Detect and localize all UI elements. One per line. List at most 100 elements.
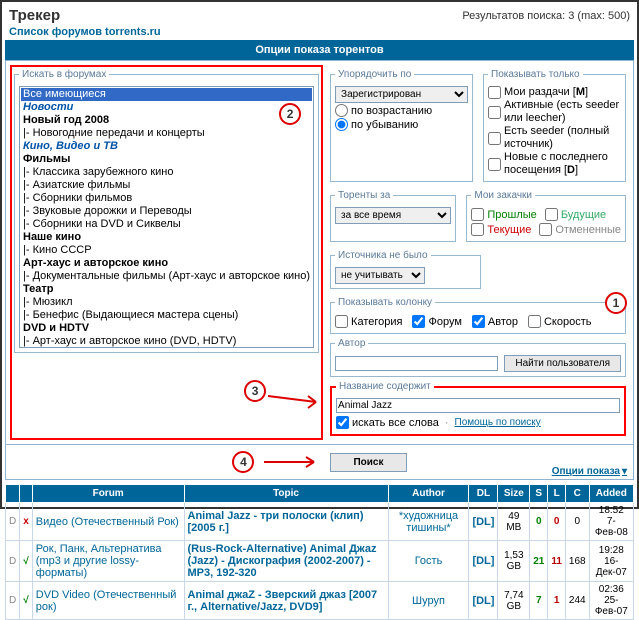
size-cell: 1,53 GB xyxy=(498,541,530,582)
dl-link[interactable]: [DL] xyxy=(472,555,494,567)
forum-item[interactable]: Новости xyxy=(21,101,312,114)
crumb-site[interactable]: torrents.ru xyxy=(105,26,161,38)
dl-cur-cb[interactable] xyxy=(471,223,484,236)
dl-legend: Мои закачки xyxy=(471,190,535,201)
author-legend: Автор xyxy=(335,338,368,349)
forums-legend: Искать в форумах xyxy=(19,69,109,80)
leechers-cell: 1 xyxy=(548,582,566,620)
search-help-link[interactable]: Помощь по поиску xyxy=(455,417,541,428)
author-input[interactable] xyxy=(335,356,498,371)
forum-item[interactable]: |- Звуковые дорожки и Переводы xyxy=(21,205,312,218)
find-user-button[interactable]: Найти пользователя xyxy=(504,355,621,372)
author-link[interactable]: Гость xyxy=(415,555,443,567)
dl-past-cb[interactable] xyxy=(471,208,484,221)
forums-listbox[interactable]: Все имеющиесяНовостиНовый год 2008|- Нов… xyxy=(19,86,314,348)
forum-item[interactable]: |- Бенефис (Выдающиеся мастера сцены) xyxy=(21,309,312,322)
show-active-cb[interactable] xyxy=(488,106,501,119)
forum-item[interactable]: |- Кино СССР xyxy=(21,244,312,257)
cols-legend: Показывать колонку xyxy=(335,297,435,308)
forum-item[interactable]: |- Сборники на DVD и Сиквелы xyxy=(21,218,312,231)
annotation-2: 2 xyxy=(279,103,301,125)
breadcrumb: Список форумов torrents.ru xyxy=(5,26,634,40)
author-link[interactable]: *художница тишины* xyxy=(399,510,458,534)
forum-link[interactable]: DVD Video (Отечественный рок) xyxy=(36,589,177,613)
topic-link[interactable]: Animal Jazz - три полоски (клип) [2005 г… xyxy=(188,510,364,534)
dl-canc-cb[interactable] xyxy=(539,223,552,236)
forum-item[interactable]: |- Азиатские фильмы xyxy=(21,179,312,192)
show-mine-cb[interactable] xyxy=(488,86,501,99)
approve-icon: D xyxy=(6,582,20,620)
th-topic[interactable]: Topic xyxy=(184,485,388,503)
arrow-4 xyxy=(262,454,322,470)
sort-select[interactable]: Зарегистрирован xyxy=(335,86,468,103)
complete-cell: 244 xyxy=(565,582,589,620)
seeders-cell: 7 xyxy=(530,582,548,620)
dl-fut-cb[interactable] xyxy=(545,208,558,221)
show-seeder-cb[interactable] xyxy=(488,132,501,145)
forum-link[interactable]: Видео (Отечественный Рок) xyxy=(36,516,179,528)
forum-item[interactable]: |- Новогодние передачи и концерты xyxy=(21,127,312,140)
added-cell: 19:2816-Дек-07 xyxy=(589,541,633,582)
th-dl[interactable]: DL xyxy=(469,485,498,503)
annotation-3: 3 xyxy=(244,380,266,402)
forum-item[interactable]: |- Мюзикл xyxy=(21,296,312,309)
forum-item[interactable]: |- Классика зарубежного кино xyxy=(21,166,312,179)
title-legend: Название содержит xyxy=(336,381,434,392)
forum-item[interactable]: |- Сборники фильмов xyxy=(21,192,312,205)
period-legend: Торенты за xyxy=(335,190,393,201)
sort-asc-radio[interactable] xyxy=(335,104,348,117)
sort-desc-radio[interactable] xyxy=(335,118,348,131)
options-bar: Опции показа торентов xyxy=(5,40,634,60)
forum-item[interactable]: Кино, Видео и ТВ xyxy=(21,140,312,153)
forum-link[interactable]: Рок, Панк, Альтернатива (mp3 и другие lo… xyxy=(36,543,162,579)
added-cell: 18:527-Фев-08 xyxy=(589,503,633,541)
annotation-1: 1 xyxy=(605,292,627,314)
forum-item[interactable]: Театр xyxy=(21,283,312,296)
show-new-cb[interactable] xyxy=(488,158,501,171)
complete-cell: 0 xyxy=(565,503,589,541)
col-forum-cb[interactable] xyxy=(412,315,425,328)
forum-item[interactable]: |- Арт-хаус и авторское кино (DVD, HDTV) xyxy=(21,335,312,348)
th-forum[interactable]: Forum xyxy=(32,485,184,503)
table-row: D√Рок, Панк, Альтернатива (mp3 и другие … xyxy=(6,541,634,582)
table-row: D√DVD Video (Отечественный рок) Animal дж… xyxy=(6,582,634,620)
annotation-4: 4 xyxy=(232,451,254,473)
dl-link[interactable]: [DL] xyxy=(472,595,494,607)
forum-item[interactable]: |- Документальные фильмы (Арт-хаус и авт… xyxy=(21,270,312,283)
arrow-3 xyxy=(266,388,328,410)
period-select[interactable]: за все время xyxy=(335,207,451,224)
dl-link[interactable]: [DL] xyxy=(472,516,494,528)
th-c[interactable]: C xyxy=(565,485,589,503)
th-s[interactable]: S xyxy=(530,485,548,503)
seeders-cell: 0 xyxy=(530,503,548,541)
th-l[interactable]: L xyxy=(548,485,566,503)
results-table: Forum Topic Author DL Size S L C Added D… xyxy=(5,484,634,620)
page-title: Трекер xyxy=(9,7,60,24)
title-input[interactable] xyxy=(336,398,620,413)
search-button[interactable]: Поиск xyxy=(330,453,406,472)
approve-icon: D xyxy=(6,541,20,582)
topic-link[interactable]: (Rus-Rock-Alternative) Animal Джаz (Jazz… xyxy=(188,543,377,579)
forum-item[interactable]: Все имеющиеся xyxy=(21,88,312,101)
display-options-link[interactable]: Опции показа xyxy=(552,466,627,477)
author-link[interactable]: Шуруп xyxy=(412,595,445,607)
forum-item[interactable]: DVD и HDTV xyxy=(21,322,312,335)
status-icon: √ xyxy=(20,582,33,620)
forum-item[interactable]: Арт-хаус и авторское кино xyxy=(21,257,312,270)
crumb-forums[interactable]: Список форумов xyxy=(9,26,102,38)
forum-item[interactable]: Новый год 2008 xyxy=(21,114,312,127)
all-words-cb[interactable] xyxy=(336,416,349,429)
seed-select[interactable]: не учитывать xyxy=(335,267,425,284)
th-size[interactable]: Size xyxy=(498,485,530,503)
topic-link[interactable]: Animal джаZ - Зверский джаз [2007 г., Al… xyxy=(188,589,378,613)
th-author[interactable]: Author xyxy=(388,485,469,503)
size-cell: 49 MB xyxy=(498,503,530,541)
col-speed-cb[interactable] xyxy=(528,315,541,328)
status-icon: x xyxy=(20,503,33,541)
col-cat-cb[interactable] xyxy=(335,315,348,328)
col-author-cb[interactable] xyxy=(472,315,485,328)
forum-item[interactable]: Фильмы xyxy=(21,153,312,166)
th-added[interactable]: Added xyxy=(589,485,633,503)
leechers-cell: 0 xyxy=(548,503,566,541)
forum-item[interactable]: Наше кино xyxy=(21,231,312,244)
